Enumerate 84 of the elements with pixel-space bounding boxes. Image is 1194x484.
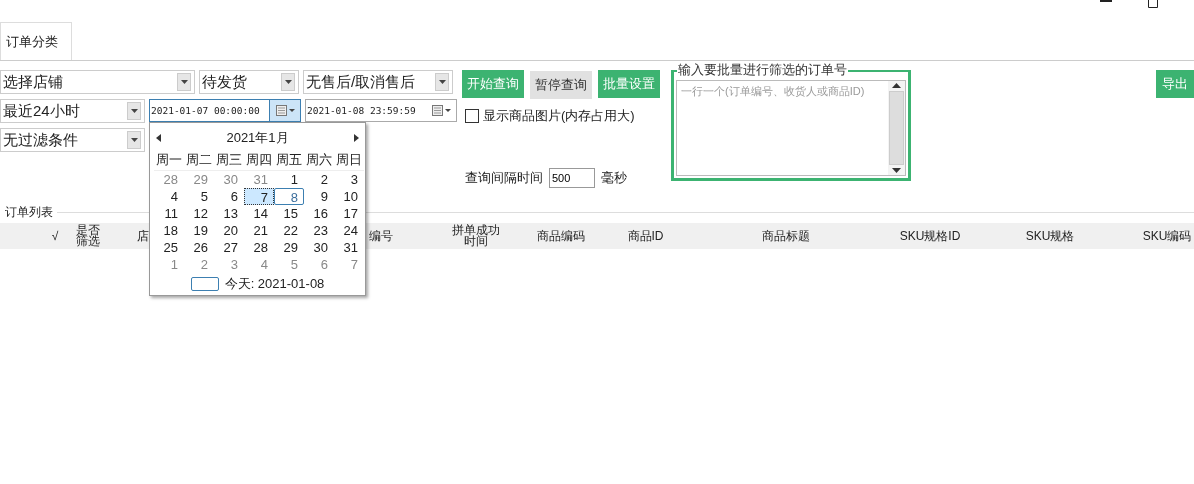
start-date-field[interactable]: 2021-01-07 00:00:00	[149, 99, 301, 122]
weekday-label: 周二	[184, 150, 214, 171]
calendar-day[interactable]: 1	[154, 256, 184, 273]
calendar-day[interactable]: 18	[154, 222, 184, 239]
interval-label: 查询间隔时间	[465, 169, 543, 187]
calendar-day[interactable]: 7	[244, 188, 274, 205]
calendar-day[interactable]: 11	[154, 205, 184, 222]
time-range-dropdown[interactable]: 最近24小时	[0, 99, 145, 123]
calendar-day[interactable]: 20	[214, 222, 244, 239]
calendar-day[interactable]: 21	[244, 222, 274, 239]
calendar-day[interactable]: 10	[334, 188, 364, 205]
calendar-day[interactable]: 19	[184, 222, 214, 239]
column-header[interactable]: 编号	[369, 230, 393, 242]
calendar-icon	[431, 105, 451, 116]
next-month-icon[interactable]	[354, 134, 359, 142]
calendar-day[interactable]: 27	[214, 239, 244, 256]
calendar-day[interactable]: 24	[334, 222, 364, 239]
weekday-label: 周六	[304, 150, 334, 171]
calendar-day[interactable]: 17	[334, 205, 364, 222]
weekday-label: 周一	[154, 150, 184, 171]
column-header[interactable]: 商品编码	[537, 230, 585, 242]
column-header[interactable]: 是否筛选	[75, 225, 101, 247]
calendar-day[interactable]: 8	[274, 188, 304, 205]
calendar-day[interactable]: 13	[214, 205, 244, 222]
calendar-day[interactable]: 31	[244, 171, 274, 188]
calendar-day[interactable]: 15	[274, 205, 304, 222]
calendar-day[interactable]: 23	[304, 222, 334, 239]
column-header[interactable]: 商品ID	[627, 230, 664, 242]
calendar-day[interactable]: 16	[304, 205, 334, 222]
calendar-day[interactable]: 2	[304, 171, 334, 188]
weekday-label: 周日	[334, 150, 364, 171]
unit-label: 毫秒	[601, 169, 627, 187]
column-header[interactable]: SKU规格ID	[899, 230, 961, 242]
calendar-day[interactable]: 28	[154, 171, 184, 188]
calendar-day[interactable]: 26	[184, 239, 214, 256]
section-title: 订单列表	[4, 203, 54, 221]
calendar-day[interactable]: 6	[214, 188, 244, 205]
calendar-day[interactable]: 30	[304, 239, 334, 256]
calendar-day[interactable]: 14	[244, 205, 274, 222]
column-header[interactable]: 拼单成功时间	[451, 225, 501, 247]
status-dropdown[interactable]: 待发货	[199, 70, 299, 94]
month-title: 2021年1月	[226, 129, 289, 147]
tab[interactable]: 订单分类	[0, 22, 72, 60]
calendar-day[interactable]: 6	[304, 256, 334, 273]
calendar-day[interactable]: 3	[214, 256, 244, 273]
weekday-label: 周三	[214, 150, 244, 171]
calendar-day[interactable]: 29	[274, 239, 304, 256]
maximize-icon[interactable]	[1148, 0, 1159, 8]
checkbox[interactable]	[465, 109, 479, 123]
calendar-day[interactable]: 3	[334, 171, 364, 188]
checkbox-label: 显示商品图片(内存占用大)	[483, 107, 635, 125]
pause-query-button[interactable]: 暂停查询	[530, 71, 592, 99]
calendar-day[interactable]: 5	[184, 188, 214, 205]
calendar-day[interactable]: 31	[334, 239, 364, 256]
column-header[interactable]: 商品标题	[762, 230, 810, 242]
calendar-day[interactable]: 30	[214, 171, 244, 188]
calendar-day[interactable]: 5	[274, 256, 304, 273]
calendar-day[interactable]: 4	[244, 256, 274, 273]
weekday-label: 周五	[274, 150, 304, 171]
calendar-day[interactable]: 12	[184, 205, 214, 222]
calendar-day[interactable]: 29	[184, 171, 214, 188]
column-header[interactable]: 店	[137, 230, 149, 242]
column-header[interactable]: √	[51, 230, 59, 242]
calendar-day[interactable]: 1	[274, 171, 304, 188]
calendar-day[interactable]: 7	[334, 256, 364, 273]
column-header[interactable]: SKU规格	[1025, 230, 1075, 242]
today-marker-icon	[190, 277, 219, 291]
calendar-day[interactable]: 25	[154, 239, 184, 256]
calendar-day[interactable]: 9	[304, 188, 334, 205]
filter-dropdown[interactable]: 无过滤条件	[0, 128, 145, 152]
shop-dropdown[interactable]: 选择店铺	[0, 70, 195, 94]
calendar-icon	[275, 105, 295, 116]
after-sale-dropdown[interactable]: 无售后/取消售后	[303, 70, 453, 94]
end-date-field[interactable]: 2021-01-08 23:59:59	[305, 99, 457, 122]
today-link[interactable]: 今天: 2021-01-08	[224, 275, 325, 293]
calendar-day[interactable]: 4	[154, 188, 184, 205]
calendar-day[interactable]: 2	[184, 256, 214, 273]
calendar-day[interactable]: 22	[274, 222, 304, 239]
previous-month-icon[interactable]	[156, 134, 161, 142]
weekday-label: 周四	[244, 150, 274, 171]
interval-field[interactable]: 500	[549, 168, 595, 188]
group-title: 输入要批量进行筛选的订单号	[677, 63, 848, 77]
column-header[interactable]: SKU编码	[1142, 230, 1192, 242]
calendar-day[interactable]: 28	[244, 239, 274, 256]
